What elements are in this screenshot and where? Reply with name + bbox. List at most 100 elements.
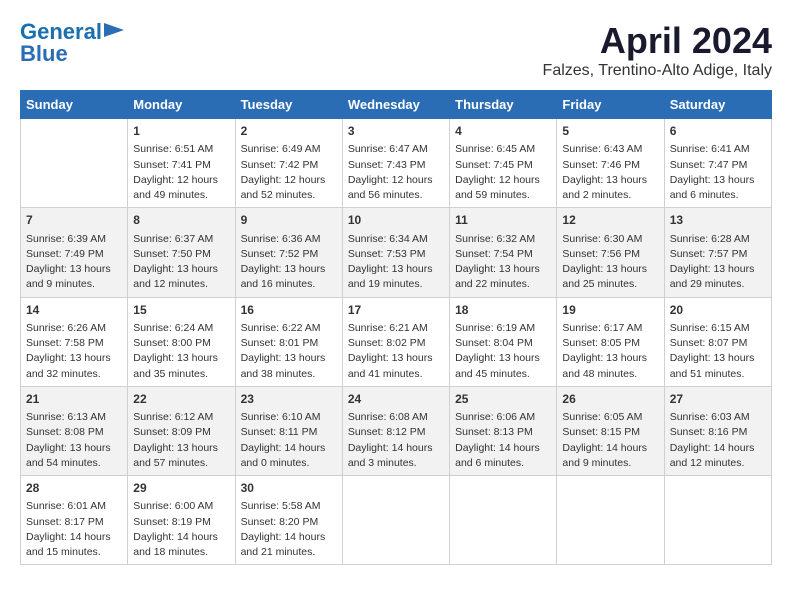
calendar-cell: 27 Sunrise: 6:03 AM Sunset: 8:16 PM Dayli…	[664, 386, 771, 475]
day-number: 29	[133, 480, 229, 497]
day-number: 8	[133, 212, 229, 229]
day-number: 14	[26, 302, 122, 319]
calendar-cell	[21, 119, 128, 208]
calendar-cell: 10Sunrise: 6:34 AM Sunset: 7:53 PM Dayli…	[342, 208, 449, 297]
week-row-1: 1 Sunrise: 6:51 AM Sunset: 7:41 PM Daylig…	[21, 119, 772, 208]
calendar-cell: 16 Sunrise: 6:22 AM Sunset: 8:01 PM Dayli…	[235, 297, 342, 386]
day-number: 1	[133, 123, 229, 140]
col-header-friday: Friday	[557, 91, 664, 119]
day-number: 16	[241, 302, 337, 319]
day-info: Sunrise: 6:08 AM Sunset: 8:12 PM Dayligh…	[348, 410, 444, 471]
calendar-cell: 18 Sunrise: 6:19 AM Sunset: 8:04 PM Dayli…	[450, 297, 557, 386]
col-header-monday: Monday	[128, 91, 235, 119]
day-number: 3	[348, 123, 444, 140]
day-info: Sunrise: 6:36 AM Sunset: 7:52 PM Dayligh…	[241, 232, 337, 293]
calendar-cell: 2 Sunrise: 6:49 AM Sunset: 7:42 PM Daylig…	[235, 119, 342, 208]
calendar-cell: 21 Sunrise: 6:13 AM Sunset: 8:08 PM Dayli…	[21, 386, 128, 475]
day-number: 20	[670, 302, 766, 319]
day-info: Sunrise: 6:30 AM Sunset: 7:56 PM Dayligh…	[562, 232, 658, 293]
month-title: April 2024	[543, 20, 772, 62]
day-info: Sunrise: 6:39 AM Sunset: 7:49 PM Dayligh…	[26, 232, 122, 293]
day-number: 15	[133, 302, 229, 319]
day-number: 25	[455, 391, 551, 408]
day-info: Sunrise: 6:15 AM Sunset: 8:07 PM Dayligh…	[670, 321, 766, 382]
calendar-cell: 15 Sunrise: 6:24 AM Sunset: 8:00 PM Dayli…	[128, 297, 235, 386]
calendar-cell: 22Sunrise: 6:12 AM Sunset: 8:09 PM Dayli…	[128, 386, 235, 475]
day-info: Sunrise: 6:32 AM Sunset: 7:54 PM Dayligh…	[455, 232, 551, 293]
calendar-cell: 20 Sunrise: 6:15 AM Sunset: 8:07 PM Dayli…	[664, 297, 771, 386]
week-row-3: 14 Sunrise: 6:26 AM Sunset: 7:58 PM Dayli…	[21, 297, 772, 386]
calendar-cell: 11 Sunrise: 6:32 AM Sunset: 7:54 PM Dayli…	[450, 208, 557, 297]
day-info: Sunrise: 6:49 AM Sunset: 7:42 PM Dayligh…	[241, 142, 337, 203]
day-info: Sunrise: 6:43 AM Sunset: 7:46 PM Dayligh…	[562, 142, 658, 203]
day-info: Sunrise: 6:47 AM Sunset: 7:43 PM Dayligh…	[348, 142, 444, 203]
logo-arrow-icon	[104, 23, 124, 37]
day-number: 6	[670, 123, 766, 140]
day-info: Sunrise: 6:10 AM Sunset: 8:11 PM Dayligh…	[241, 410, 337, 471]
calendar-cell: 3 Sunrise: 6:47 AM Sunset: 7:43 PM Daylig…	[342, 119, 449, 208]
week-row-5: 28 Sunrise: 6:01 AM Sunset: 8:17 PM Dayli…	[21, 476, 772, 565]
day-info: Sunrise: 6:03 AM Sunset: 8:16 PM Dayligh…	[670, 410, 766, 471]
day-number: 27	[670, 391, 766, 408]
day-number: 17	[348, 302, 444, 319]
calendar-cell: 14 Sunrise: 6:26 AM Sunset: 7:58 PM Dayli…	[21, 297, 128, 386]
col-header-sunday: Sunday	[21, 91, 128, 119]
day-number: 9	[241, 212, 337, 229]
week-row-2: 7 Sunrise: 6:39 AM Sunset: 7:49 PM Daylig…	[21, 208, 772, 297]
calendar-cell: 19 Sunrise: 6:17 AM Sunset: 8:05 PM Dayli…	[557, 297, 664, 386]
day-info: Sunrise: 6:13 AM Sunset: 8:08 PM Dayligh…	[26, 410, 122, 471]
day-number: 4	[455, 123, 551, 140]
calendar-cell: 7 Sunrise: 6:39 AM Sunset: 7:49 PM Daylig…	[21, 208, 128, 297]
calendar-cell	[664, 476, 771, 565]
calendar-cell: 25 Sunrise: 6:06 AM Sunset: 8:13 PM Dayli…	[450, 386, 557, 475]
calendar-table: SundayMondayTuesdayWednesdayThursdayFrid…	[20, 90, 772, 565]
day-info: Sunrise: 6:22 AM Sunset: 8:01 PM Dayligh…	[241, 321, 337, 382]
day-number: 18	[455, 302, 551, 319]
day-number: 12	[562, 212, 658, 229]
title-block: April 2024 Falzes, Trentino-Alto Adige, …	[543, 20, 772, 80]
day-info: Sunrise: 6:06 AM Sunset: 8:13 PM Dayligh…	[455, 410, 551, 471]
day-info: Sunrise: 6:26 AM Sunset: 7:58 PM Dayligh…	[26, 321, 122, 382]
day-info: Sunrise: 6:34 AM Sunset: 7:53 PM Dayligh…	[348, 232, 444, 293]
calendar-cell	[450, 476, 557, 565]
location-title: Falzes, Trentino-Alto Adige, Italy	[543, 62, 772, 80]
day-number: 24	[348, 391, 444, 408]
header-row: SundayMondayTuesdayWednesdayThursdayFrid…	[21, 91, 772, 119]
day-info: Sunrise: 6:51 AM Sunset: 7:41 PM Dayligh…	[133, 142, 229, 203]
day-number: 13	[670, 212, 766, 229]
day-info: Sunrise: 6:45 AM Sunset: 7:45 PM Dayligh…	[455, 142, 551, 203]
logo-blue: Blue	[20, 42, 68, 66]
week-row-4: 21 Sunrise: 6:13 AM Sunset: 8:08 PM Dayli…	[21, 386, 772, 475]
calendar-cell: 30Sunrise: 5:58 AM Sunset: 8:20 PM Dayli…	[235, 476, 342, 565]
col-header-tuesday: Tuesday	[235, 91, 342, 119]
calendar-cell: 28 Sunrise: 6:01 AM Sunset: 8:17 PM Dayli…	[21, 476, 128, 565]
day-info: Sunrise: 5:58 AM Sunset: 8:20 PM Dayligh…	[241, 499, 337, 560]
day-info: Sunrise: 6:37 AM Sunset: 7:50 PM Dayligh…	[133, 232, 229, 293]
calendar-cell: 6 Sunrise: 6:41 AM Sunset: 7:47 PM Daylig…	[664, 119, 771, 208]
calendar-cell: 1 Sunrise: 6:51 AM Sunset: 7:41 PM Daylig…	[128, 119, 235, 208]
calendar-cell: 13 Sunrise: 6:28 AM Sunset: 7:57 PM Dayli…	[664, 208, 771, 297]
day-info: Sunrise: 6:01 AM Sunset: 8:17 PM Dayligh…	[26, 499, 122, 560]
calendar-cell: 29 Sunrise: 6:00 AM Sunset: 8:19 PM Dayli…	[128, 476, 235, 565]
calendar-cell: 5Sunrise: 6:43 AM Sunset: 7:46 PM Daylig…	[557, 119, 664, 208]
day-number: 28	[26, 480, 122, 497]
day-info: Sunrise: 6:19 AM Sunset: 8:04 PM Dayligh…	[455, 321, 551, 382]
day-info: Sunrise: 6:21 AM Sunset: 8:02 PM Dayligh…	[348, 321, 444, 382]
calendar-cell	[342, 476, 449, 565]
calendar-cell: 26Sunrise: 6:05 AM Sunset: 8:15 PM Dayli…	[557, 386, 664, 475]
calendar-cell: 17 Sunrise: 6:21 AM Sunset: 8:02 PM Dayli…	[342, 297, 449, 386]
day-number: 19	[562, 302, 658, 319]
day-info: Sunrise: 6:28 AM Sunset: 7:57 PM Dayligh…	[670, 232, 766, 293]
calendar-cell: 9 Sunrise: 6:36 AM Sunset: 7:52 PM Daylig…	[235, 208, 342, 297]
day-number: 21	[26, 391, 122, 408]
day-info: Sunrise: 6:17 AM Sunset: 8:05 PM Dayligh…	[562, 321, 658, 382]
day-number: 23	[241, 391, 337, 408]
day-info: Sunrise: 6:00 AM Sunset: 8:19 PM Dayligh…	[133, 499, 229, 560]
calendar-cell	[557, 476, 664, 565]
day-number: 11	[455, 212, 551, 229]
day-number: 7	[26, 212, 122, 229]
day-info: Sunrise: 6:24 AM Sunset: 8:00 PM Dayligh…	[133, 321, 229, 382]
day-number: 2	[241, 123, 337, 140]
day-info: Sunrise: 6:41 AM Sunset: 7:47 PM Dayligh…	[670, 142, 766, 203]
col-header-saturday: Saturday	[664, 91, 771, 119]
